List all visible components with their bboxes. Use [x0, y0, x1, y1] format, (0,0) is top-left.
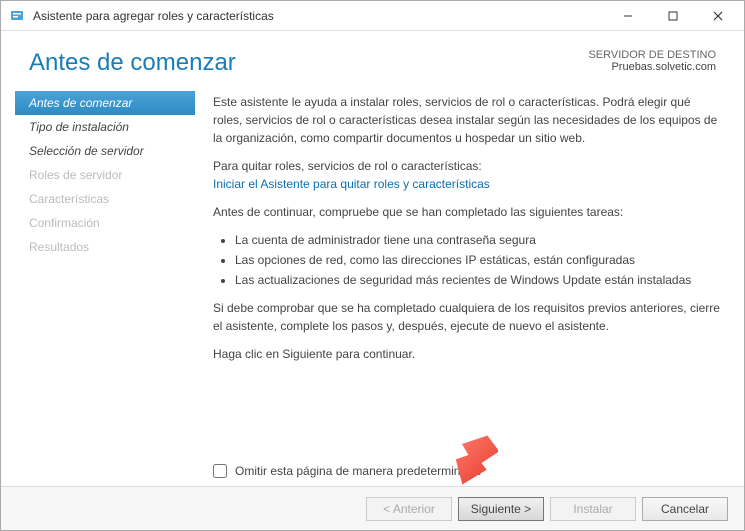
window-title: Asistente para agregar roles y caracterí… [33, 9, 605, 23]
next-button[interactable]: Siguiente > [458, 497, 544, 521]
remove-wizard-link[interactable]: Iniciar el Asistente para quitar roles y… [213, 177, 490, 191]
list-item: Las actualizaciones de seguridad más rec… [235, 271, 720, 289]
wizard-content: Este asistente le ayuda a instalar roles… [195, 87, 730, 458]
cancel-button[interactable]: Cancelar [642, 497, 728, 521]
wizard-sidebar: Antes de comenzar Tipo de instalación Se… [15, 87, 195, 458]
dest-server: Pruebas.solvetic.com [588, 61, 716, 73]
skip-row: Omitir esta página de manera predetermin… [1, 458, 744, 486]
skip-label: Omitir esta página de manera predetermin… [235, 464, 480, 478]
sidebar-item-before-you-begin[interactable]: Antes de comenzar [15, 91, 195, 115]
skip-checkbox[interactable] [213, 464, 227, 478]
sidebar-item-installation-type[interactable]: Tipo de instalación [15, 115, 195, 139]
sidebar-item-results: Resultados [15, 235, 195, 259]
dest-label: SERVIDOR DE DESTINO [588, 49, 716, 61]
wizard-header: Antes de comenzar SERVIDOR DE DESTINO Pr… [1, 31, 744, 87]
app-icon [9, 8, 25, 24]
sidebar-item-confirmation: Confirmación [15, 211, 195, 235]
sidebar-item-server-selection[interactable]: Selección de servidor [15, 139, 195, 163]
sidebar-item-server-roles: Roles de servidor [15, 163, 195, 187]
precheck-list: La cuenta de administrador tiene una con… [235, 231, 720, 289]
install-button: Instalar [550, 497, 636, 521]
verify-text: Si debe comprobar que se ha completado c… [213, 299, 720, 335]
wizard-footer: < Anterior Siguiente > Instalar Cancelar [1, 486, 744, 530]
continue-text: Haga clic en Siguiente para continuar. [213, 345, 720, 363]
minimize-button[interactable] [605, 2, 650, 30]
previous-button: < Anterior [366, 497, 452, 521]
list-item: Las opciones de red, como las direccione… [235, 251, 720, 269]
remove-label: Para quitar roles, servicios de rol o ca… [213, 159, 482, 173]
wizard-window: Asistente para agregar roles y caracterí… [0, 0, 745, 531]
titlebar: Asistente para agregar roles y caracterí… [1, 1, 744, 31]
close-button[interactable] [695, 2, 740, 30]
page-title: Antes de comenzar [29, 49, 588, 77]
sidebar-item-features: Características [15, 187, 195, 211]
precheck-label: Antes de continuar, compruebe que se han… [213, 203, 720, 221]
intro-text: Este asistente le ayuda a instalar roles… [213, 93, 720, 147]
maximize-button[interactable] [650, 2, 695, 30]
list-item: La cuenta de administrador tiene una con… [235, 231, 720, 249]
